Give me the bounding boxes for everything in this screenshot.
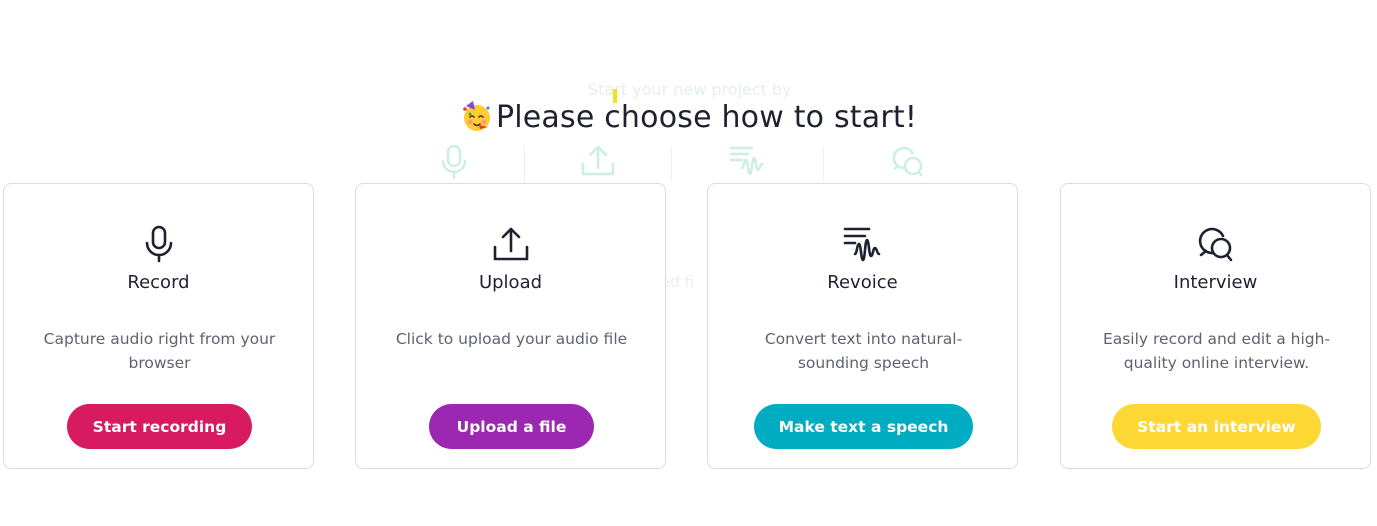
record-card-description: Capture audio right from your browser bbox=[43, 330, 276, 372]
partying-face-icon bbox=[463, 101, 490, 131]
revoice-card: Revoice Convert text into natural-soundi… bbox=[707, 183, 1018, 469]
upload-card: Upload Click to upload your audio file U… bbox=[355, 183, 666, 469]
background-chat-icon bbox=[892, 146, 923, 177]
background-subtitle: Start your new project by bbox=[588, 80, 792, 99]
background-divider bbox=[671, 146, 672, 182]
page-heading-text: Please choose how to start! bbox=[495, 100, 918, 135]
background-waveform-icon bbox=[729, 146, 764, 176]
revoice-card-description: Convert text into natural-sounding speec… bbox=[764, 330, 963, 372]
interview-card-description: Easily record and edit a high-quality on… bbox=[1102, 330, 1331, 372]
start-recording-button[interactable]: Start recording bbox=[67, 404, 252, 449]
start-interview-button[interactable]: Start an interview bbox=[1112, 404, 1321, 449]
background-upload-icon bbox=[581, 145, 615, 176]
chat-bubbles-icon bbox=[1198, 227, 1232, 262]
background-divider bbox=[823, 146, 824, 182]
record-card-title: Record bbox=[127, 272, 190, 293]
make-text-speech-button[interactable]: Make text a speech bbox=[754, 404, 973, 449]
record-card: Record Capture audio right from your bro… bbox=[3, 183, 314, 469]
background-microphone-icon bbox=[441, 144, 467, 180]
upload-card-description: Click to upload your audio file bbox=[395, 330, 628, 348]
revoice-waveform-icon bbox=[843, 227, 880, 262]
upload-icon bbox=[493, 227, 528, 261]
interview-card: Interview Easily record and edit a high-… bbox=[1060, 183, 1371, 469]
microphone-icon bbox=[145, 225, 172, 263]
project-start-page: Start your new project by ed fi Please c… bbox=[0, 0, 1377, 526]
upload-file-button[interactable]: Upload a file bbox=[429, 404, 594, 449]
revoice-card-title: Revoice bbox=[827, 272, 898, 293]
page-heading: Please choose how to start! bbox=[0, 100, 1377, 135]
upload-card-title: Upload bbox=[478, 272, 543, 293]
background-divider bbox=[524, 146, 525, 182]
interview-card-title: Interview bbox=[1173, 272, 1258, 293]
